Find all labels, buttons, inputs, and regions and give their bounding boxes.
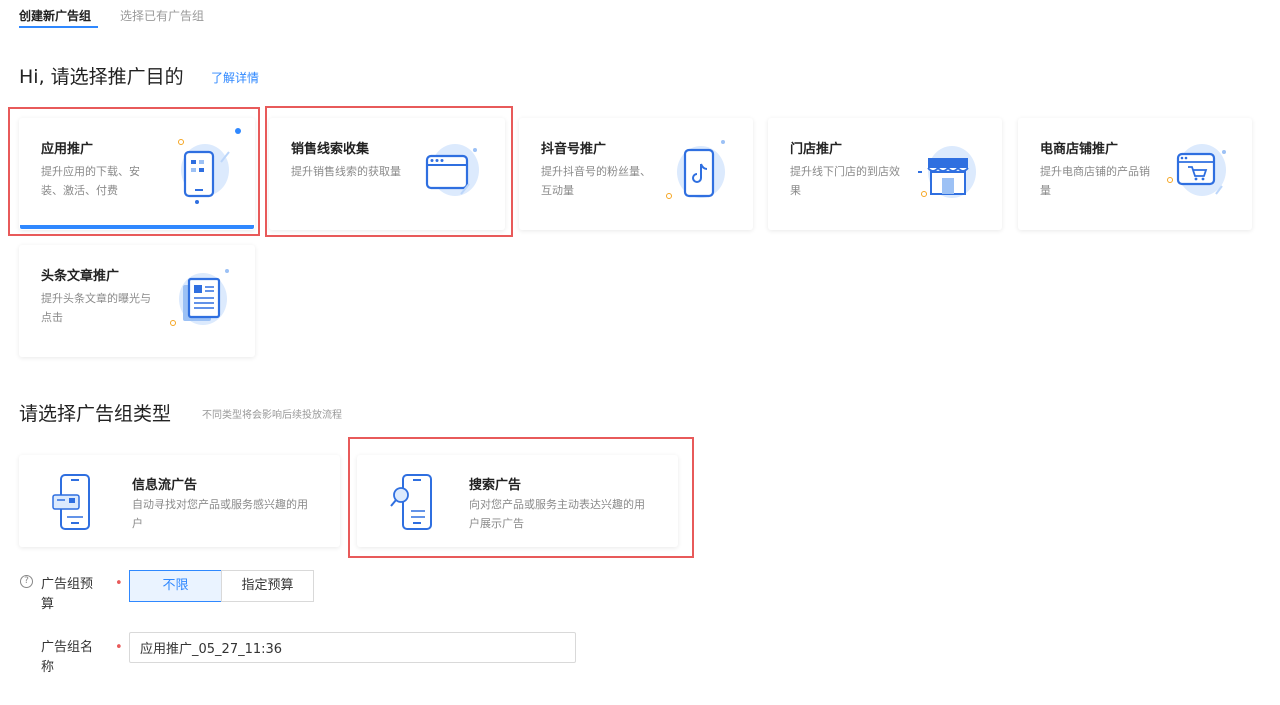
- type-card-feed-ad[interactable]: 信息流广告 自动寻找对您产品或服务感兴趣的用户: [19, 455, 340, 547]
- purpose-section-title: Hi, 请选择推广目的: [19, 66, 184, 88]
- shopping-cart-window-icon: [1167, 144, 1226, 196]
- group-name-input[interactable]: [129, 632, 576, 663]
- card-desc: 提升电商店铺的产品销量: [1040, 165, 1150, 197]
- budget-specify-button[interactable]: 指定预算: [221, 570, 314, 602]
- purpose-card-sales-leads[interactable]: 销售线索收集 提升销售线索的获取量: [269, 118, 505, 230]
- card-desc: 提升销售线索的获取量: [291, 165, 401, 178]
- type-card-desc: 自动寻找对您产品或服务感兴趣的用户: [132, 498, 308, 530]
- tiktok-phone-icon: [666, 140, 725, 199]
- required-mark: •: [115, 576, 123, 591]
- group-name-label: 广告组名称: [41, 640, 94, 675]
- purpose-card-article[interactable]: 头条文章推广 提升头条文章的曝光与点击: [19, 245, 255, 357]
- article-icon: [170, 269, 229, 326]
- help-icon[interactable]: ?: [20, 575, 33, 588]
- card-title: 应用推广: [41, 142, 94, 157]
- card-title: 销售线索收集: [291, 142, 370, 157]
- card-desc: 提升线下门店的到店效果: [790, 165, 900, 197]
- card-title: 头条文章推广: [41, 269, 120, 284]
- search-phone-icon: [390, 474, 432, 530]
- card-desc: 提升应用的下载、安装、激活、付费: [41, 165, 140, 197]
- group-type-section-title: 请选择广告组类型: [19, 403, 172, 425]
- purpose-card-store[interactable]: 门店推广 提升线下门店的到店效果: [768, 118, 1002, 230]
- budget-unlimited-button[interactable]: 不限: [129, 570, 222, 602]
- learn-more-link[interactable]: 了解详情: [211, 69, 259, 86]
- card-title: 电商店铺推广: [1040, 142, 1119, 157]
- type-card-search-ad[interactable]: 搜索广告 向对您产品或服务主动表达兴趣的用户展示广告: [357, 455, 678, 547]
- tab-create-new-group[interactable]: 创建新广告组: [19, 7, 91, 24]
- card-title: 门店推广: [790, 142, 843, 157]
- browser-window-icon: [425, 144, 479, 196]
- purpose-card-ecommerce[interactable]: 电商店铺推广 提升电商店铺的产品销量: [1018, 118, 1252, 230]
- feed-phone-icon: [52, 474, 90, 530]
- card-desc: 提升抖音号的粉丝量、互动量: [541, 165, 651, 197]
- active-tab-underline: [19, 26, 98, 28]
- type-card-desc: 向对您产品或服务主动表达兴趣的用户展示广告: [469, 498, 645, 530]
- required-mark: •: [115, 640, 123, 655]
- type-card-title: 搜索广告: [469, 478, 522, 493]
- type-card-title: 信息流广告: [132, 478, 198, 493]
- group-type-hint: 不同类型将会影响后续投放流程: [202, 410, 342, 421]
- purpose-card-douyin[interactable]: 抖音号推广 提升抖音号的粉丝量、互动量: [519, 118, 753, 230]
- budget-label: 广告组预算: [41, 577, 94, 612]
- app-phone-icon: [178, 139, 230, 204]
- card-desc: 提升头条文章的曝光与点击: [41, 292, 151, 324]
- tab-select-existing-group[interactable]: 选择已有广告组: [120, 7, 204, 24]
- storefront-icon: [918, 146, 976, 198]
- card-title: 抖音号推广: [541, 142, 607, 157]
- purpose-card-app[interactable]: 应用推广 提升应用的下载、安装、激活、付费: [19, 118, 255, 230]
- selected-progress-bar: [20, 225, 254, 229]
